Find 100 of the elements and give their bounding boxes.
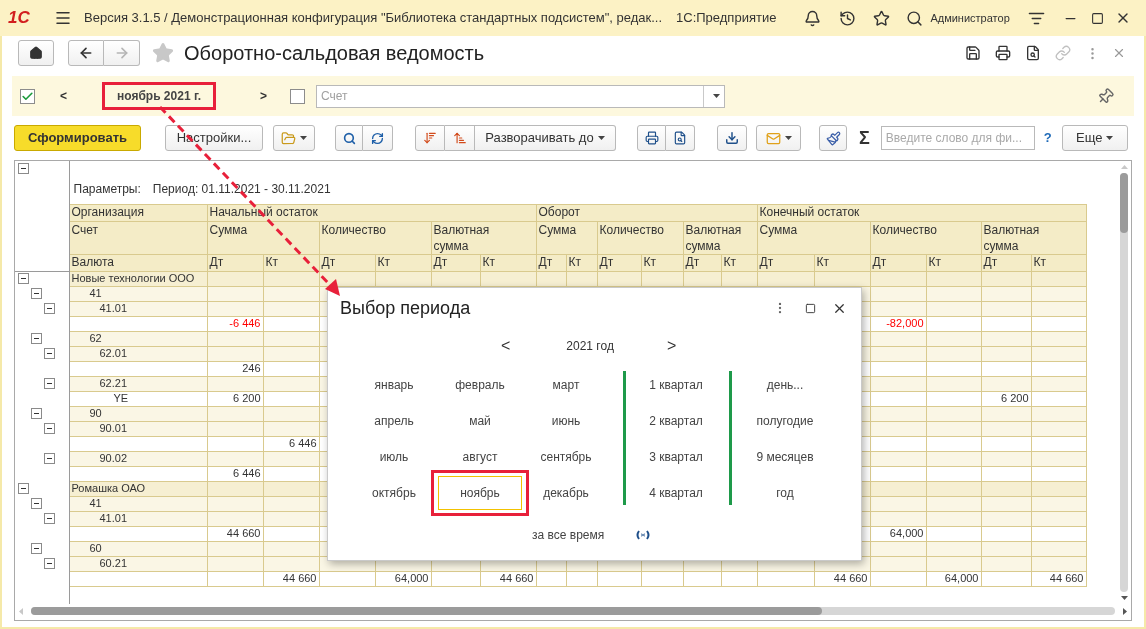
preview-icon[interactable] — [1025, 45, 1041, 61]
previous-button[interactable]: < — [60, 87, 67, 105]
scroll-right-icon[interactable] — [1123, 607, 1127, 615]
sort-icon — [452, 131, 467, 145]
scroll-thumb[interactable] — [31, 607, 823, 615]
tree-toggle[interactable] — [44, 303, 55, 314]
preview-button[interactable] — [666, 125, 695, 151]
sort-descending-button[interactable] — [415, 125, 445, 151]
tree-toggle[interactable] — [18, 483, 29, 494]
period-button[interactable]: год — [732, 475, 838, 511]
tree-toggle[interactable] — [44, 558, 55, 569]
tree-toggle[interactable] — [44, 423, 55, 434]
tree-toggle[interactable] — [18, 273, 29, 285]
download-icon — [725, 131, 739, 145]
download-button[interactable] — [717, 125, 747, 151]
period-button[interactable]: 9 месяцев — [732, 439, 838, 475]
back-button[interactable] — [68, 40, 104, 66]
user-name[interactable]: Администратор — [930, 9, 1010, 27]
column-header: Кт — [263, 254, 319, 271]
scroll-thumb[interactable] — [1120, 173, 1128, 233]
row-label: 60 — [89, 542, 102, 554]
period-button[interactable]: полугодие — [732, 403, 838, 439]
star-icon[interactable] — [873, 9, 891, 27]
column-header: Кт — [1031, 254, 1086, 271]
month-button[interactable]: август — [445, 440, 515, 474]
caret-icon — [784, 136, 792, 140]
checkbox[interactable] — [290, 88, 306, 104]
row-label: 62 — [89, 332, 102, 344]
column-header: Дт — [981, 254, 1031, 271]
month-button[interactable]: июль — [359, 440, 429, 474]
column-header: Счет — [69, 221, 207, 254]
tree-toggle[interactable] — [31, 498, 42, 509]
tree-toggle[interactable] — [44, 513, 55, 524]
generate-button[interactable]: Сформировать — [14, 125, 141, 151]
column-header: Дт — [319, 254, 375, 271]
tree-toggle[interactable] — [44, 378, 55, 389]
amount: 6 200 — [1000, 392, 1029, 404]
month-button[interactable]: сентябрь — [531, 440, 601, 474]
save-icon[interactable] — [965, 45, 981, 61]
month-button[interactable]: апрель — [359, 404, 429, 438]
tree-toggle[interactable] — [31, 543, 42, 554]
printer-icon[interactable] — [995, 45, 1011, 61]
tree-toggle[interactable] — [31, 288, 42, 299]
column-header: Дт — [207, 254, 263, 271]
previous-year-button[interactable]: < — [501, 334, 511, 358]
column-header: Кт — [566, 254, 597, 271]
column-header: Сумма — [209, 221, 248, 238]
bell-icon[interactable] — [804, 9, 822, 27]
column-header: Кт — [480, 254, 536, 271]
more-button[interactable]: Еще — [1061, 125, 1128, 151]
logo[interactable]: 1С — [8, 5, 38, 31]
quarter-button[interactable]: 1 квартал — [626, 367, 726, 403]
refresh-search-button[interactable] — [363, 125, 393, 151]
month-button[interactable]: июнь — [531, 404, 601, 438]
tree-toggle[interactable] — [31, 333, 42, 344]
month-button[interactable]: май — [445, 404, 515, 438]
column-header: Сумма — [759, 221, 798, 238]
search-button[interactable] — [335, 125, 363, 151]
quarter-button[interactable]: 4 квартал — [626, 475, 726, 511]
search-icon[interactable] — [906, 9, 924, 27]
home-button[interactable] — [18, 40, 54, 66]
quarter-button[interactable]: 2 квартал — [626, 403, 726, 439]
maximize-icon[interactable] — [1090, 11, 1104, 25]
brush-button[interactable] — [819, 125, 847, 151]
menu-icon[interactable] — [54, 9, 72, 27]
parameters-label: Параметры: — [73, 181, 141, 196]
sort-ascending-button[interactable] — [445, 125, 475, 151]
next-year-button[interactable]: > — [666, 334, 677, 358]
period-button[interactable]: день... — [732, 367, 838, 403]
tree-toggle[interactable] — [18, 163, 29, 174]
all-time-button[interactable]: за все время — [532, 526, 605, 544]
row-label: 90.01 — [99, 422, 128, 434]
expand-to-button[interactable]: Разворачивать до — [475, 125, 616, 151]
month-button[interactable]: март — [531, 368, 601, 402]
tree-toggle[interactable] — [31, 408, 42, 419]
scroll-down-icon[interactable] — [1120, 596, 1128, 600]
signal-icon[interactable] — [635, 530, 652, 540]
options-button[interactable] — [273, 125, 315, 151]
month-button[interactable]: октябрь — [359, 476, 429, 510]
next-button[interactable]: > — [260, 87, 268, 105]
quarter-button[interactable]: 3 квартал — [626, 439, 726, 475]
refresh-icon — [371, 131, 384, 145]
month-button[interactable]: декабрь — [531, 476, 601, 510]
month-button[interactable]: ноябрь — [438, 476, 522, 510]
amount: 6 200 — [232, 392, 261, 404]
period-link[interactable]: ноябрь 2021 г. — [117, 87, 202, 105]
column-header: Количество — [872, 221, 937, 238]
help-link[interactable]: ? — [1043, 128, 1052, 148]
month-button[interactable]: февраль — [445, 368, 515, 402]
search-icon — [342, 131, 356, 145]
amount: 6 446 — [288, 437, 317, 449]
month-button[interactable]: январь — [359, 368, 429, 402]
year-label: 2021 год — [566, 338, 614, 355]
tree-toggle[interactable] — [44, 348, 55, 359]
tree-toggle[interactable] — [44, 453, 55, 464]
checkbox[interactable] — [20, 88, 35, 104]
maximize-icon[interactable] — [805, 302, 816, 314]
sum-button[interactable]: Σ — [859, 124, 870, 152]
history-icon[interactable] — [839, 9, 857, 27]
print-button[interactable] — [637, 125, 666, 151]
